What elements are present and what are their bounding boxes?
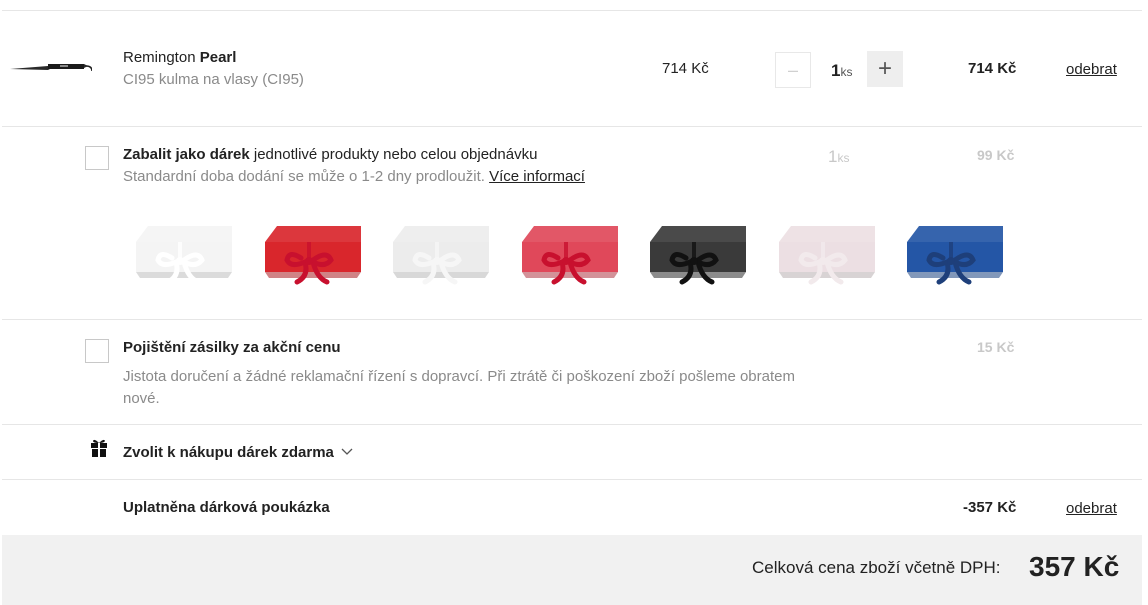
gift-icon xyxy=(91,439,107,457)
insurance-description: Jistota doručení a žádné reklamační říze… xyxy=(123,368,795,407)
product-image-curling-iron[interactable] xyxy=(8,59,92,77)
gift-wrap-title-rest: jednotlivé produkty nebo celou objednávk… xyxy=(249,146,538,163)
plus-icon: + xyxy=(877,55,892,82)
gift-wrap-qty: 1ks xyxy=(828,147,849,167)
gift-box-option-white-quilted[interactable] xyxy=(389,220,493,286)
qty-minus-button[interactable]: – xyxy=(775,52,811,88)
line-total: 714 Kč xyxy=(968,60,1017,77)
gift-wrap-title-bold: Zabalit jako dárek xyxy=(123,146,250,163)
insurance-price: 15 Kč xyxy=(977,339,1015,355)
voucher-amount: -357 Kč xyxy=(963,499,1017,516)
qty-plus-button[interactable]: + xyxy=(867,51,903,87)
voucher-label: Uplatněna dárková poukázka xyxy=(123,499,330,516)
gift-box-option-black[interactable] xyxy=(646,220,750,286)
qty-value[interactable]: 1ks xyxy=(831,61,852,81)
product-row: Remington Pearl CI95 kulma na vlasy (CI9… xyxy=(2,11,1142,126)
gift-wrap-checkbox[interactable] xyxy=(85,146,109,170)
insurance-title: Pojištění zásilky za akční cenu xyxy=(123,339,341,356)
product-brand: Remington xyxy=(123,49,196,66)
insurance-row: Pojištění zásilky za akční cenu Jistota … xyxy=(2,320,1142,424)
product-model: Pearl xyxy=(199,49,237,66)
gift-box-option-red-stars[interactable] xyxy=(261,220,365,286)
summary-label: Celková cena zboží včetně DPH: xyxy=(752,558,1001,577)
remove-voucher-link[interactable]: odebrat xyxy=(1066,500,1117,517)
product-subtitle: CI95 kulma na vlasy (CI95) xyxy=(123,71,304,88)
unit-price: 714 Kč xyxy=(662,60,709,77)
qty-unit: ks xyxy=(840,65,853,79)
gift-wrap-row: Zabalit jako dárek jednotlivé produkty n… xyxy=(2,127,1142,319)
summary-bar: Celková cena zboží včetně DPH: 357 Kč xyxy=(2,535,1142,605)
gift-box-option-white-stars[interactable] xyxy=(132,220,236,286)
gift-wrap-qty-unit: ks xyxy=(837,151,850,165)
voucher-row: Uplatněna dárková poukázka -357 Kč odebr… xyxy=(2,480,1142,535)
remove-product-link[interactable]: odebrat xyxy=(1066,61,1117,78)
gift-wrap-price: 99 Kč xyxy=(977,147,1015,163)
gift-box-option-blue[interactable] xyxy=(903,220,1007,286)
free-gift-row[interactable]: Zvolit k nákupu dárek zdarma xyxy=(2,425,1142,479)
gift-wrap-note: Standardní doba dodání se může o 1-2 dny… xyxy=(123,168,585,185)
free-gift-label[interactable]: Zvolit k nákupu dárek zdarma xyxy=(123,444,334,461)
gift-wrap-title: Zabalit jako dárek jednotlivé produkty n… xyxy=(123,146,537,163)
chevron-down-icon[interactable] xyxy=(341,448,353,456)
gift-box-option-red-quilted[interactable] xyxy=(518,220,622,286)
product-name[interactable]: Remington Pearl xyxy=(123,49,236,66)
gift-wrap-note-text: Standardní doba dodání se může o 1-2 dny… xyxy=(123,168,490,185)
insurance-checkbox[interactable] xyxy=(85,339,109,363)
summary-total: 357 Kč xyxy=(1029,551,1120,582)
more-info-link[interactable]: Více informací xyxy=(489,168,585,185)
gift-box-option-pink-white[interactable] xyxy=(775,220,879,286)
minus-icon: – xyxy=(787,59,798,80)
